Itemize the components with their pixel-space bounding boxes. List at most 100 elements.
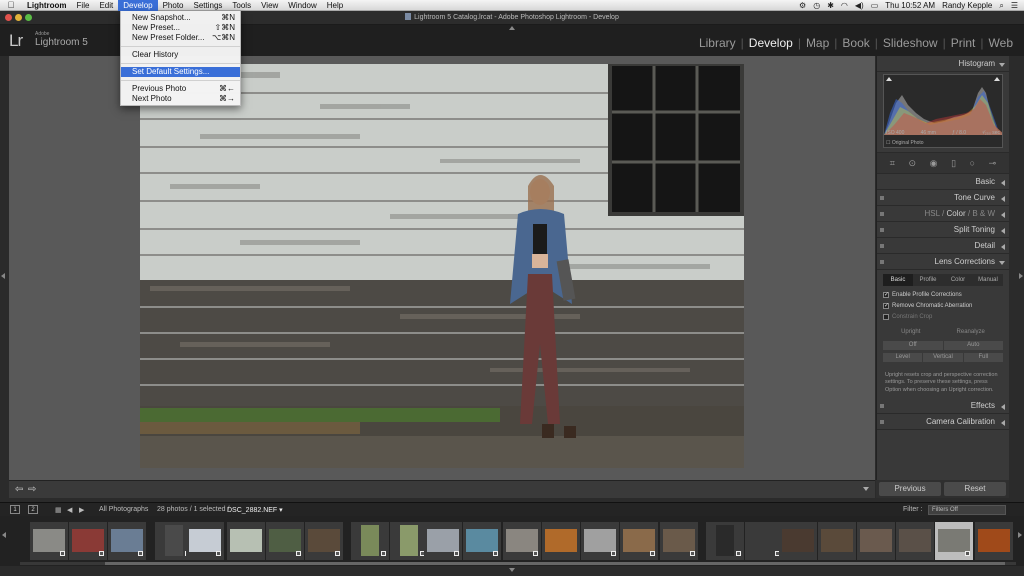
- main-photo[interactable]: [140, 64, 744, 468]
- filmstrip-thumbnail[interactable]: [305, 522, 343, 560]
- menu-tools[interactable]: Tools: [227, 0, 256, 11]
- grid-view-icon[interactable]: ▦: [55, 506, 63, 514]
- filmstrip-thumbnail[interactable]: [975, 522, 1013, 560]
- filmstrip-thumbnail[interactable]: [108, 522, 146, 560]
- shadow-clipping-icon[interactable]: [886, 77, 892, 81]
- basic-header[interactable]: Basic: [877, 174, 1009, 190]
- time-machine-icon[interactable]: ◷: [813, 1, 820, 10]
- adjustment-brush-icon[interactable]: ⊸: [989, 158, 997, 169]
- crop-overlay-icon[interactable]: ⌗: [890, 158, 895, 169]
- filmstrip-thumbnail[interactable]: [706, 522, 744, 560]
- selected-filename[interactable]: DSC_2882.NEF ▾: [227, 506, 283, 514]
- module-book[interactable]: Book: [837, 36, 874, 50]
- menu-item-clear-history[interactable]: Clear History: [121, 50, 240, 60]
- hsl-color-bw-header[interactable]: HSL / Color / B & W: [877, 206, 1009, 222]
- tab-profile[interactable]: Profile: [913, 274, 943, 286]
- graduated-filter-icon[interactable]: ▯: [951, 158, 956, 169]
- source-label[interactable]: All Photographs: [99, 506, 148, 513]
- menu-develop[interactable]: Develop: [118, 0, 158, 11]
- module-library[interactable]: Library: [694, 36, 741, 50]
- menu-item-new-preset-folder[interactable]: New Preset Folder... ⌥⌘N: [121, 33, 240, 43]
- upright-off-button[interactable]: Off: [883, 341, 943, 350]
- filter-dropdown[interactable]: Filters Off: [928, 505, 1006, 515]
- right-panel-toggle-icon[interactable]: [1019, 273, 1023, 279]
- menu-item-new-preset[interactable]: New Preset... ⇧⌘N: [121, 23, 240, 33]
- tab-color[interactable]: Color: [943, 274, 973, 286]
- enable-profile-corrections-checkbox[interactable]: ✓ Enable Profile Corrections: [883, 290, 1003, 299]
- tab-basic[interactable]: Basic: [883, 274, 913, 286]
- filmstrip-thumbnail[interactable]: [30, 522, 68, 560]
- radial-filter-icon[interactable]: ○: [970, 158, 975, 168]
- volume-icon[interactable]: ◀): [855, 1, 864, 10]
- menu-item-set-default-settings[interactable]: Set Default Settings...: [121, 67, 240, 77]
- filmstrip-thumbnail[interactable]: [896, 522, 934, 560]
- menu-settings[interactable]: Settings: [189, 0, 228, 11]
- bottom-panel-toggle-icon[interactable]: [509, 568, 515, 572]
- toolbar-content-chevron-icon[interactable]: [863, 487, 869, 491]
- filmstrip-thumbnail[interactable]: [390, 522, 428, 560]
- redo-arrow-icon[interactable]: ⇨: [28, 484, 36, 495]
- user-name[interactable]: Randy Kepple: [942, 1, 992, 10]
- filmstrip-thumbnail[interactable]: [581, 522, 619, 560]
- color-tab[interactable]: Color: [947, 209, 966, 218]
- battery-icon[interactable]: ▭: [871, 1, 879, 10]
- upright-level-button[interactable]: Level: [883, 353, 923, 362]
- undo-arrow-icon[interactable]: ⇦: [15, 484, 23, 495]
- filmstrip-thumbnail[interactable]: [857, 522, 895, 560]
- filmstrip-thumbnail[interactable]: [266, 522, 304, 560]
- module-print[interactable]: Print: [946, 36, 981, 50]
- filmstrip-scrollbar[interactable]: [20, 562, 1016, 565]
- module-slideshow[interactable]: Slideshow: [878, 36, 943, 50]
- panel-switch-icon[interactable]: [880, 212, 884, 216]
- menu-help[interactable]: Help: [322, 0, 348, 11]
- menu-item-previous-photo[interactable]: Previous Photo ⌘←: [121, 84, 240, 94]
- highlight-clipping-icon[interactable]: [994, 77, 1000, 81]
- filmstrip-thumbnail[interactable]: [542, 522, 580, 560]
- notification-center-icon[interactable]: ☰: [1011, 1, 1018, 10]
- upright-vertical-button[interactable]: Vertical: [923, 353, 963, 362]
- reset-button[interactable]: Reset: [944, 482, 1006, 496]
- menu-item-next-photo[interactable]: Next Photo ⌘→: [121, 94, 240, 104]
- histogram-header[interactable]: Histogram: [877, 56, 1009, 72]
- lens-corrections-header[interactable]: Lens Corrections: [877, 254, 1009, 270]
- top-panel-toggle-icon[interactable]: [509, 26, 515, 30]
- forward-arrow-icon[interactable]: ▶: [79, 506, 84, 514]
- panel-switch-icon[interactable]: [880, 196, 884, 200]
- menu-window[interactable]: Window: [283, 0, 321, 11]
- constrain-crop-checkbox[interactable]: Constrain Crop: [883, 312, 1003, 321]
- menu-lightroom[interactable]: Lightroom: [22, 0, 72, 11]
- panel-switch-icon[interactable]: [880, 404, 884, 409]
- hsl-tab[interactable]: HSL: [925, 209, 940, 218]
- remove-chromatic-aberration-checkbox[interactable]: ✓ Remove Chromatic Aberration: [883, 301, 1003, 310]
- filmstrip-right-arrow-icon[interactable]: [1018, 532, 1022, 538]
- filmstrip-thumbnail[interactable]: [660, 522, 698, 560]
- histogram[interactable]: ISO 400 46 mm ƒ / 8.0 ¹⁄₂₅₀ sec ☐ Origin…: [883, 74, 1003, 148]
- filmstrip-thumbnail[interactable]: [69, 522, 107, 560]
- module-develop[interactable]: Develop: [744, 36, 798, 50]
- filmstrip-thumbnail[interactable]: [503, 522, 541, 560]
- panel-switch-icon[interactable]: [880, 260, 884, 264]
- menu-edit[interactable]: Edit: [94, 0, 118, 11]
- upright-full-button[interactable]: Full: [963, 353, 1003, 362]
- tone-curve-header[interactable]: Tone Curve: [877, 190, 1009, 206]
- filmstrip-thumbnail[interactable]: [745, 522, 783, 560]
- red-eye-icon[interactable]: ◉: [930, 158, 938, 169]
- back-arrow-icon[interactable]: ◀: [67, 506, 72, 514]
- tab-manual[interactable]: Manual: [973, 274, 1003, 286]
- detail-header[interactable]: Detail: [877, 238, 1009, 254]
- module-web[interactable]: Web: [984, 36, 1018, 50]
- filmstrip-left-arrow-icon[interactable]: [2, 532, 6, 538]
- panel-switch-icon[interactable]: [880, 420, 884, 425]
- filmstrip-thumbnail[interactable]: [351, 522, 389, 560]
- wifi-icon[interactable]: ◠: [841, 1, 848, 10]
- left-panel-toggle-icon[interactable]: [1, 273, 5, 279]
- filmstrip-thumbnail[interactable]: [463, 522, 501, 560]
- reanalyze-button[interactable]: Reanalyze: [957, 329, 985, 335]
- split-toning-header[interactable]: Split Toning: [877, 222, 1009, 238]
- filmstrip-thumbnail[interactable]: [620, 522, 658, 560]
- filmstrip-thumbnail[interactable]: [779, 522, 817, 560]
- menu-view[interactable]: View: [256, 0, 283, 11]
- upright-auto-button[interactable]: Auto: [943, 341, 1003, 350]
- module-map[interactable]: Map: [801, 36, 834, 50]
- panel-switch-icon[interactable]: [880, 228, 884, 232]
